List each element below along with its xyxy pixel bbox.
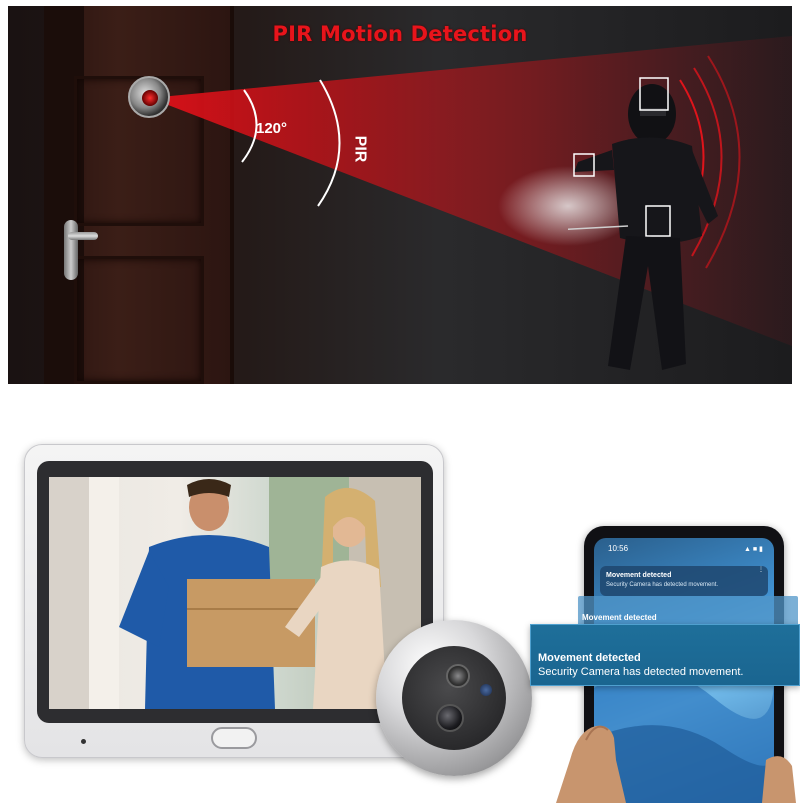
pir-label: PIR <box>351 135 369 163</box>
peephole-lens <box>142 90 158 106</box>
product-image: PIR Motion Detection 120° PIR 10:56 ▲ ■ … <box>0 0 800 803</box>
phone-card-title: Movement detected <box>606 572 672 579</box>
pir-detection-scene: PIR Motion Detection 120° PIR <box>8 6 792 384</box>
monitor-screen <box>49 477 421 709</box>
pir-sensor-icon <box>446 664 470 688</box>
status-icons: ▲ ■ ▮ <box>744 546 763 553</box>
status-time: 10:56 <box>608 544 629 553</box>
notification-body: Security Camera has detected movement. <box>538 666 744 678</box>
camera-face <box>402 646 506 750</box>
hand <box>556 725 796 803</box>
angle-label: 120° <box>256 120 288 137</box>
ghost-card-text: Movement detected <box>582 613 657 622</box>
home-button[interactable] <box>211 727 257 749</box>
phone-notification-card[interactable] <box>600 566 768 596</box>
notification-title: Movement detected <box>538 652 641 664</box>
delivery-scene <box>49 477 421 709</box>
camera-lens-icon <box>436 704 464 732</box>
phone-card-body: Security Camera has detected movement. <box>606 582 719 588</box>
ir-light-icon <box>480 684 492 696</box>
intruder-figure <box>568 77 718 370</box>
microphone-dot <box>81 739 86 744</box>
more-options-icon[interactable]: ⋮ <box>758 566 764 573</box>
scene-title: PIR Motion Detection <box>272 22 528 46</box>
